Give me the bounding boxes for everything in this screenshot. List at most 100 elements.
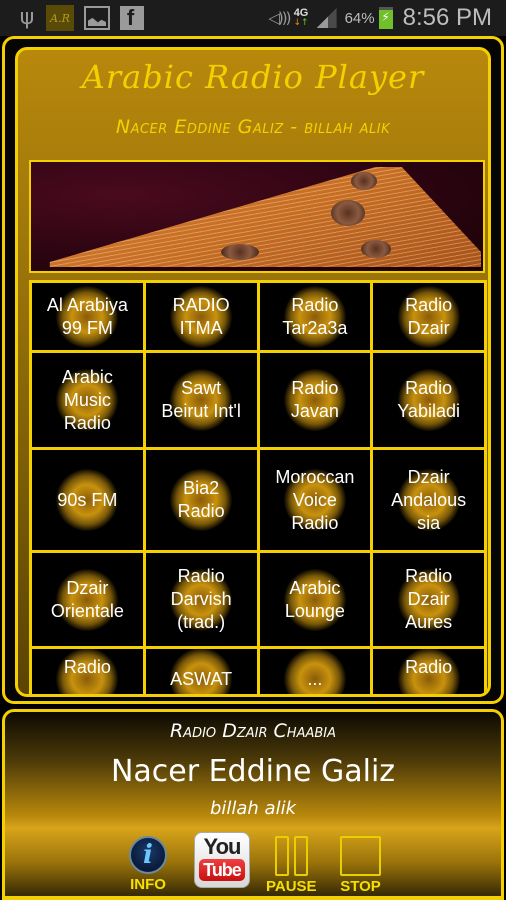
station-label-line: Moroccan (275, 466, 355, 487)
status-bar: ψ A.R f ◁))) 4G ↓↑ 64% 8:56 PM (0, 0, 506, 36)
station-label: 90s FM (53, 489, 121, 512)
info-label: INFO (130, 876, 166, 893)
station-label-line: Radio (405, 378, 453, 398)
station-label-line: Radio (177, 566, 225, 586)
station-label-line: sia (417, 512, 441, 533)
clock: 8:56 PM (402, 4, 492, 31)
station-label-line: Tar2a3a (282, 317, 348, 338)
station-button[interactable]: Dzair Orientale (32, 553, 143, 646)
station-label: Sawt Beirut Int'l (157, 377, 244, 423)
station-button[interactable]: Radio Dzair (373, 283, 484, 350)
kanun-rosette (361, 240, 391, 258)
station-label: Radio... (401, 656, 456, 697)
station-label-line: Radio (405, 657, 453, 677)
station-label: Dzair Andalous sia (387, 466, 470, 535)
kanun-banner-image (29, 160, 485, 273)
station-button[interactable]: Radio Dzair Aures (373, 553, 484, 646)
pause-button[interactable]: PAUSE (266, 836, 317, 895)
station-label-line: Radio (405, 294, 453, 315)
station-button[interactable]: Dzair Andalous sia (373, 450, 484, 550)
youtube-button[interactable]: You Tube (194, 832, 250, 888)
station-button[interactable]: Moroccan Voice Radio (259, 450, 371, 550)
station-label: Radio Dzair Aures (401, 565, 456, 634)
usb-icon: ψ (19, 5, 35, 30)
station-label-line: Beirut Int'l (161, 401, 241, 421)
station-button[interactable]: 90s FM (32, 450, 143, 550)
station-label-line: ... (421, 680, 437, 697)
info-button[interactable]: i INFO (129, 836, 167, 893)
kanun-strings (49, 167, 481, 267)
pause-label: PAUSE (266, 878, 317, 895)
station-label: Bia2 Radio (174, 477, 229, 523)
station-label-line: Radio (291, 512, 339, 533)
current-song: billah alik (209, 798, 297, 819)
station-label: Radio... (60, 656, 115, 697)
station-label: Radio Dzair (401, 294, 456, 340)
station-label-line: ... (79, 680, 95, 697)
stop-icon (340, 836, 381, 876)
station-label: Radio Javan (287, 377, 343, 423)
station-label-line: ITMA (179, 317, 223, 338)
now-playing-subtitle: Nacer Eddine Galiz - billah alik (115, 116, 391, 138)
station-label: Al Arabiya 99 FM (43, 294, 132, 340)
station-button[interactable]: ASWAT (145, 648, 257, 694)
station-label-line: 90s FM (57, 489, 118, 510)
station-grid: Al Arabiya 99 FM RADIO ITMA Radio Tar2a3a Radi… (29, 280, 487, 697)
info-icon: i (129, 836, 167, 874)
station-grid-scroll[interactable]: Al Arabiya 99 FM RADIO ITMA Radio Tar2a3a Radi… (29, 280, 487, 697)
station-button[interactable]: Bia2 Radio (145, 450, 257, 550)
station-label-line: RADIO (172, 294, 230, 315)
station-label: Radio Yabiladi (393, 377, 464, 423)
stop-button[interactable]: STOP (340, 836, 381, 895)
station-label-line: Dzair (407, 589, 450, 609)
station-label-line: Voice (292, 489, 337, 510)
station-label-line: Dzair (407, 466, 450, 487)
current-artist: Nacer Eddine Galiz (110, 754, 396, 789)
station-button[interactable]: Radio... (373, 648, 484, 697)
station-label-line: Radio (63, 412, 111, 433)
station-button[interactable]: Radio Javan (259, 353, 371, 447)
station-label-line: Orientale (50, 600, 124, 621)
app-title: Arabic Radio Player (81, 58, 425, 96)
station-label-line: Radio (291, 378, 339, 398)
station-label-line: Radio (405, 566, 453, 586)
kanun-rosette (331, 200, 365, 226)
station-label: Radio Tar2a3a (278, 294, 351, 340)
station-button[interactable]: Arabic Music Radio (32, 353, 143, 447)
current-station-name: Radio Dzair Chaabia (169, 720, 337, 742)
player-panel: Radio Dzair Chaabia Nacer Eddine Galiz b… (2, 709, 504, 900)
kanun-rosette (221, 244, 259, 260)
facebook-icon: f (120, 5, 144, 30)
arabic-radio-app-icon: A.R (46, 5, 74, 31)
youtube-icon: You Tube (194, 832, 250, 888)
station-label-line: Al Arabiya (46, 294, 128, 315)
station-button[interactable]: Radio Tar2a3a (259, 283, 371, 350)
wifi-hotspot-icon: ◁))) (268, 9, 291, 27)
station-button[interactable]: Radio Darvish (trad.) (145, 553, 257, 646)
station-label: RADIO ITMA (169, 294, 234, 340)
station-button[interactable]: Radio Yabiladi (373, 353, 484, 447)
station-label-line: (trad.) (177, 612, 226, 632)
station-button[interactable]: RADIO ITMA (145, 283, 257, 350)
station-label-line: Lounge (284, 600, 345, 621)
station-label: Moroccan Voice Radio (271, 466, 358, 535)
kanun-rosette (351, 172, 377, 190)
station-label-line: Radio (291, 294, 339, 315)
station-panel: Arabic Radio Player Nacer Eddine Galiz -… (15, 47, 491, 697)
station-button[interactable]: ... (259, 648, 371, 694)
station-label: ASWAT (166, 668, 236, 691)
station-label-line: Javan (290, 401, 339, 421)
signal-icon (316, 8, 337, 28)
station-label-line: Arabic (289, 577, 341, 598)
station-label-line: Dzair (407, 317, 450, 338)
station-label-line: ... (307, 668, 323, 689)
station-button[interactable]: Al Arabiya 99 FM (32, 283, 143, 350)
station-label-line: Andalous (391, 489, 467, 510)
station-label: Radio Darvish (trad.) (167, 565, 236, 634)
gallery-icon (84, 6, 110, 30)
station-button[interactable]: Arabic Lounge (259, 553, 371, 646)
station-button[interactable]: Sawt Beirut Int'l (145, 353, 257, 447)
station-label: ... (303, 668, 326, 691)
station-button[interactable]: Radio... (32, 648, 143, 697)
station-label-line: Aures (405, 612, 453, 632)
